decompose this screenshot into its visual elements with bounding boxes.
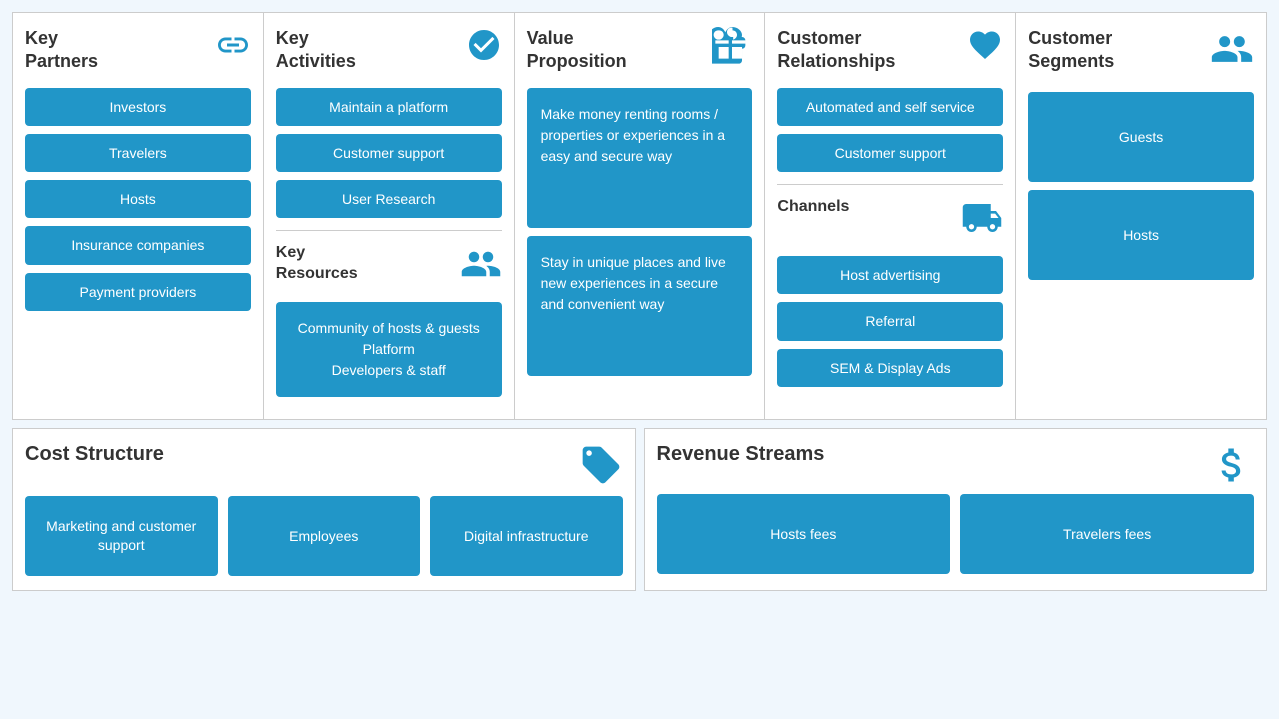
hosts-fees-box: Hosts fees	[657, 494, 951, 574]
guests-segment-box: Guests	[1028, 92, 1254, 182]
key-activities-column: Key Activities Maintain a platform Custo…	[264, 13, 515, 419]
key-partners-column: Key Partners Investors Travelers Hosts I…	[13, 13, 264, 419]
marketing-cost-box: Marketing and customer support	[25, 496, 218, 576]
value-proposition-header: Value Proposition	[527, 27, 753, 74]
revenue-items: Hosts fees Travelers fees	[657, 494, 1255, 574]
investors-box: Investors	[25, 88, 251, 126]
customer-segments-column: Customer Segments Guests Hosts	[1016, 13, 1266, 419]
key-activities-header: Key Activities	[276, 27, 502, 74]
money-bag-icon	[1210, 443, 1254, 494]
customer-support-activity-box: Customer support	[276, 134, 502, 172]
bottom-section: Cost Structure Marketing and customer su…	[12, 428, 1267, 591]
cost-structure-title: Cost Structure	[25, 443, 164, 466]
hosts-segment-box: Hosts	[1028, 190, 1254, 280]
link-icon	[215, 27, 251, 70]
gift-icon	[712, 27, 752, 74]
automated-box: Automated and self service	[777, 88, 1003, 126]
revenue-streams-col: Revenue Streams Hosts fees Travelers fee…	[644, 428, 1268, 591]
maintain-platform-box: Maintain a platform	[276, 88, 502, 126]
value-prop-box-2: Stay in unique places and live new exper…	[527, 236, 753, 376]
customer-segments-title: Customer Segments	[1028, 27, 1114, 74]
resources-box: Community of hosts & guestsPlatformDevel…	[276, 302, 502, 397]
revenue-streams-header: Revenue Streams	[657, 443, 1255, 494]
heart-icon	[967, 27, 1003, 70]
digital-infra-box: Digital infrastructure	[430, 496, 623, 576]
key-resources-header: Key Resources	[276, 243, 502, 292]
value-proposition-column: Value Proposition Make money renting roo…	[515, 13, 766, 419]
cost-structure-col: Cost Structure Marketing and customer su…	[12, 428, 636, 591]
user-research-box: User Research	[276, 180, 502, 218]
key-partners-title: Key Partners	[25, 27, 98, 74]
truck-icon	[961, 197, 1003, 246]
cost-items: Marketing and customer support Employees…	[25, 496, 623, 576]
customer-relationships-title: Customer Relationships	[777, 27, 895, 74]
referral-box: Referral	[777, 302, 1003, 340]
customer-support-rel-box: Customer support	[777, 134, 1003, 172]
top-section: Key Partners Investors Travelers Hosts I…	[12, 12, 1267, 420]
divider	[276, 230, 502, 231]
value-prop-box-1: Make money renting rooms / properties or…	[527, 88, 753, 228]
customer-relationships-column: Customer Relationships Automated and sel…	[765, 13, 1016, 419]
people-group-icon	[460, 243, 502, 292]
people-icon	[1210, 27, 1254, 78]
cost-structure-header: Cost Structure	[25, 443, 623, 496]
key-partners-header: Key Partners	[25, 27, 251, 74]
check-icon	[466, 27, 502, 70]
key-resources-title: Key Resources	[276, 243, 358, 285]
channels-title: Channels	[777, 197, 849, 218]
host-advertising-box: Host advertising	[777, 256, 1003, 294]
channels-divider	[777, 184, 1003, 185]
customer-segments-header: Customer Segments	[1028, 27, 1254, 78]
hosts-box: Hosts	[25, 180, 251, 218]
key-activities-title: Key Activities	[276, 27, 356, 74]
insurance-box: Insurance companies	[25, 226, 251, 264]
payment-box: Payment providers	[25, 273, 251, 311]
channels-header: Channels	[777, 197, 1003, 246]
sem-box: SEM & Display Ads	[777, 349, 1003, 387]
travelers-fees-box: Travelers fees	[960, 494, 1254, 574]
employees-cost-box: Employees	[228, 496, 421, 576]
canvas: Key Partners Investors Travelers Hosts I…	[12, 12, 1267, 591]
travelers-box: Travelers	[25, 134, 251, 172]
tag-icon	[579, 443, 623, 496]
revenue-streams-title: Revenue Streams	[657, 443, 825, 466]
value-proposition-title: Value Proposition	[527, 27, 627, 74]
customer-relationships-header: Customer Relationships	[777, 27, 1003, 74]
